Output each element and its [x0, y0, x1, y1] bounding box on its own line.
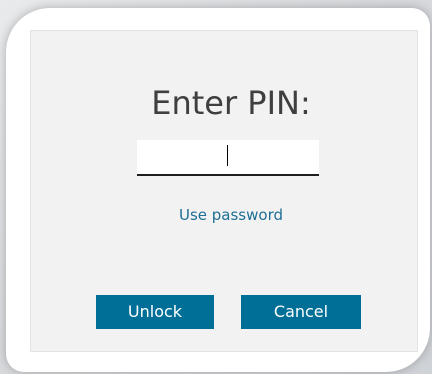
- pin-input[interactable]: [137, 140, 319, 176]
- use-password-link[interactable]: Use password: [0, 206, 432, 224]
- text-cursor: [227, 145, 228, 166]
- unlock-button[interactable]: Unlock: [96, 295, 214, 329]
- cancel-button[interactable]: Cancel: [241, 295, 361, 329]
- dialog-title: Enter PIN:: [151, 84, 311, 122]
